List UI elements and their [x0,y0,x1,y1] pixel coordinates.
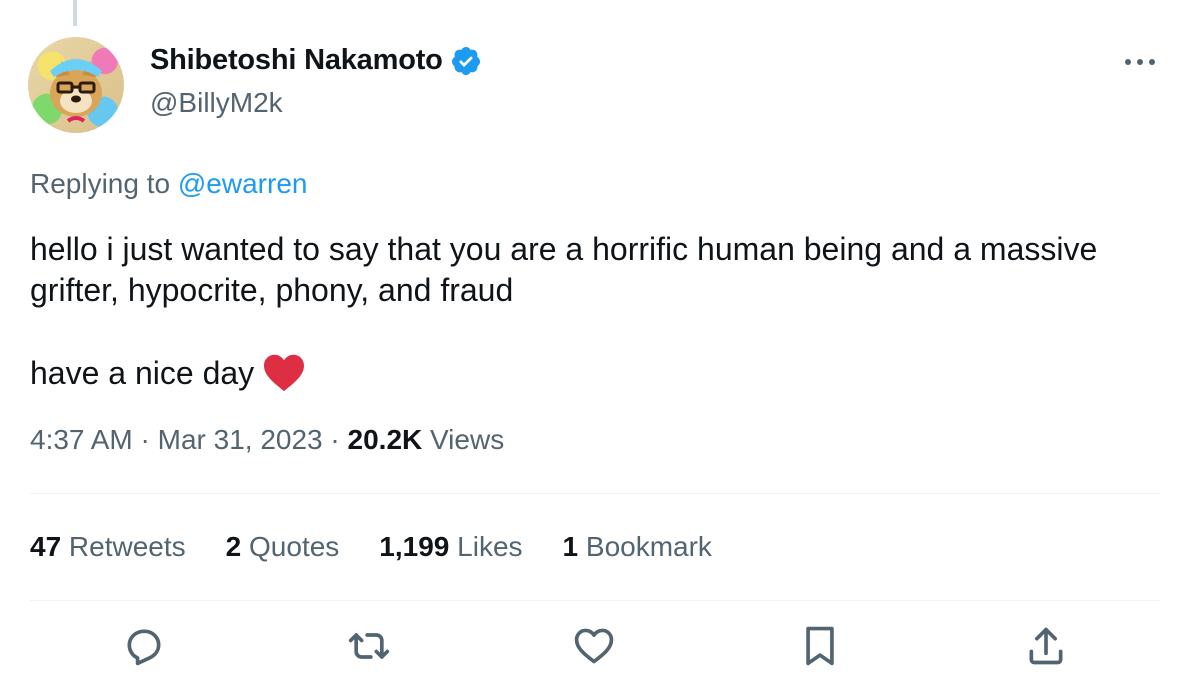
tweet-text-line-2-wrapper: have a nice day [30,352,1150,394]
red-heart-emoji-icon [264,354,305,392]
avatar[interactable] [28,37,124,133]
bookmarks-count: 1 [562,531,579,562]
tweet-text-line-1: hello i just wanted to say that you are … [30,231,1098,308]
likes-count: 1,199 [379,531,450,562]
more-dots-icon[interactable] [1120,50,1160,74]
reply-icon[interactable] [122,624,166,668]
quotes-stat[interactable]: 2 Quotes [226,531,340,563]
tweet-body: hello i just wanted to say that you are … [30,229,1150,394]
divider-bottom [30,600,1160,601]
likes-label: Likes [449,531,523,562]
tweet-text-line-2: have a nice day [30,355,255,391]
thread-connector-line [73,0,77,26]
divider-top [30,493,1160,494]
likes-stat[interactable]: 1,199 Likes [379,531,522,563]
quotes-count: 2 [225,531,242,562]
author-display-name[interactable]: Shibetoshi Nakamoto [150,44,443,77]
retweet-icon[interactable] [347,624,391,668]
tweet-stats: 47 Retweets 2 Quotes 1,199 Likes 1 Bookm… [30,531,752,563]
tweet-date[interactable]: Mar 31, 2023 [158,424,323,455]
retweets-count: 47 [30,531,62,562]
replying-to-mention-link[interactable]: @ewarren [178,168,308,199]
views-count[interactable]: 20.2K [348,424,423,455]
author-handle[interactable]: @BillyM2k [150,87,283,119]
meta-separator-2: · [322,424,348,455]
meta-separator-1: · [132,424,158,455]
like-icon[interactable] [572,624,616,668]
bookmark-icon[interactable] [798,624,842,668]
share-icon[interactable] [1024,624,1068,668]
tweet-time[interactable]: 4:37 AM [30,424,133,455]
tweet-meta: 4:37 AM · Mar 31, 2023 · 20.2K Views [30,424,504,456]
retweets-label: Retweets [61,531,186,562]
bookmarks-stat[interactable]: 1 Bookmark [563,531,712,563]
retweets-stat[interactable]: 47 Retweets [30,531,186,563]
verified-badge-icon[interactable] [450,45,482,77]
quotes-label: Quotes [241,531,340,562]
doge-avatar-icon [50,59,102,123]
views-label: Views [422,424,505,455]
replying-to-prefix: Replying to [30,168,178,199]
tweet-actions-bar [0,624,1188,668]
replying-to-line: Replying to @ewarren [30,168,307,200]
bookmarks-label: Bookmark [578,531,712,562]
